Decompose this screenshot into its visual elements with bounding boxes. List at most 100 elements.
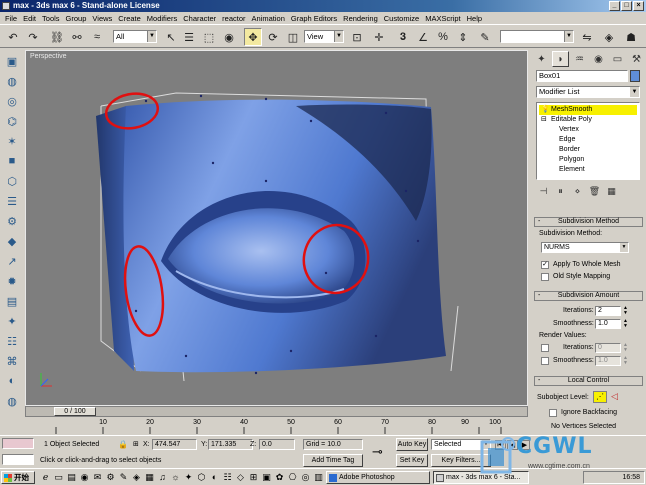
create-box-icon[interactable]: ▣	[3, 53, 21, 69]
track-bar[interactable]: 10 20 30 40 50 60 70 80 90 100	[25, 417, 528, 434]
menu-animation[interactable]: Animation	[249, 14, 288, 23]
lock-selection-icon[interactable]: 🔒	[118, 440, 128, 449]
rollout-subdivision-amount[interactable]: - Subdivision Amount	[534, 291, 643, 301]
quicklaunch-icon[interactable]: ⊞	[248, 472, 259, 483]
spinner-snap-icon[interactable]: ⇕	[454, 28, 472, 46]
utilities-tab-icon[interactable]: ⚒	[628, 51, 645, 67]
object-name-field[interactable]: Box01	[536, 70, 628, 82]
gear-icon[interactable]: ✹	[3, 273, 21, 289]
display-tab-icon[interactable]: ▭	[609, 51, 626, 67]
iterations-spinner[interactable]: 2 ▲ ▼	[595, 306, 628, 316]
menu-customize[interactable]: Customize	[381, 14, 422, 23]
angle-snap-icon[interactable]: ∠	[414, 28, 432, 46]
hierarchy-tab-icon[interactable]: ♒	[571, 51, 588, 67]
quicklaunch-icon[interactable]: ⬡	[196, 472, 207, 483]
menu-rendering[interactable]: Rendering	[340, 14, 381, 23]
compound-object-icon[interactable]: ☷	[3, 333, 21, 349]
quicklaunch-icon[interactable]: ✿	[274, 472, 285, 483]
menu-reactor[interactable]: reactor	[219, 14, 248, 23]
create-spacewarp-icon[interactable]: ☰	[3, 193, 21, 209]
menu-views[interactable]: Views	[89, 14, 115, 23]
bone-tool-icon[interactable]: ↗	[3, 253, 21, 269]
unlink-icon[interactable]: ⚯	[68, 28, 86, 46]
named-selection-dropdown[interactable]: ▼	[500, 30, 574, 43]
modify-tab-icon[interactable]: ◗	[552, 51, 569, 67]
menu-maxscript[interactable]: MAXScript	[422, 14, 463, 23]
menu-help[interactable]: Help	[464, 14, 485, 23]
window-crossing-icon[interactable]: ◉	[220, 28, 238, 46]
media-icon[interactable]: ◉	[79, 472, 90, 483]
undo-icon[interactable]: ↶	[4, 28, 22, 46]
quicklaunch-icon[interactable]: ✎	[118, 472, 129, 483]
minimize-button[interactable]: _	[609, 1, 620, 11]
select-and-scale-icon[interactable]: ◫	[284, 28, 302, 46]
show-end-result-icon[interactable]: ⏸	[553, 184, 568, 198]
material-editor-icon[interactable]: ◈	[600, 28, 618, 46]
apply-whole-mesh-checkbox[interactable]: ✓	[541, 261, 549, 269]
select-and-rotate-icon[interactable]: ⟳	[264, 28, 282, 46]
z-coordinate-field[interactable]: 0.0	[259, 439, 295, 450]
close-button[interactable]: ×	[633, 1, 644, 11]
snap-toggle-icon[interactable]: 𝟑	[394, 28, 412, 46]
spinner-arrows-icon[interactable]: ▲ ▼	[622, 306, 629, 316]
menu-create[interactable]: Create	[115, 14, 144, 23]
spinner-arrows-icon[interactable]: ▲ ▼	[622, 343, 629, 353]
menu-edit[interactable]: Edit	[20, 14, 39, 23]
auto-key-button[interactable]: Auto Key	[396, 438, 428, 451]
redo-icon[interactable]: ↷	[24, 28, 42, 46]
rectangular-selection-icon[interactable]: ⬚	[200, 28, 218, 46]
y-coordinate-field[interactable]: 171.335	[208, 439, 253, 450]
render-iterations-spinner[interactable]: 0 ▲ ▼	[595, 343, 628, 353]
quicklaunch-icon[interactable]: ✦	[183, 472, 194, 483]
stack-item-element[interactable]: Element	[559, 165, 585, 175]
stack-item-polygon[interactable]: Polygon	[559, 155, 584, 165]
quicklaunch-icon[interactable]: ◎	[300, 472, 311, 483]
create-camera-icon[interactable]: ■	[3, 153, 21, 169]
time-slider[interactable]: 0 / 100	[54, 407, 96, 416]
menu-modifiers[interactable]: Modifiers	[144, 14, 180, 23]
object-color-swatch[interactable]	[630, 70, 640, 82]
menu-tools[interactable]: Tools	[39, 14, 63, 23]
perspective-viewport[interactable]: Perspective	[25, 50, 528, 406]
rollout-subdivision-method[interactable]: - Subdivision Method	[534, 217, 643, 227]
select-and-link-icon[interactable]: ⛓	[48, 28, 66, 46]
smoothness-spinner[interactable]: 1.0 ▲ ▼	[595, 319, 628, 329]
create-system-icon[interactable]: ⚙	[3, 213, 21, 229]
particle-icon[interactable]: ✦	[3, 313, 21, 329]
quicklaunch-icon[interactable]: ◈	[131, 472, 142, 483]
menu-file[interactable]: File	[2, 14, 20, 23]
stack-item-edge[interactable]: Edge	[559, 135, 575, 145]
quicklaunch-icon[interactable]: ✉	[92, 472, 103, 483]
reactor-icon[interactable]: ▤	[3, 293, 21, 309]
edge-level-icon[interactable]: ◁	[611, 391, 618, 402]
create-torus-icon[interactable]: ⌬	[3, 113, 21, 129]
motion-tab-icon[interactable]: ◉	[590, 51, 607, 67]
modifier-list-dropdown[interactable]: Modifier List ▼	[536, 86, 640, 98]
stack-item-vertex[interactable]: Vertex	[559, 125, 579, 135]
quicklaunch-icon[interactable]: ⚙	[105, 472, 116, 483]
transform-mode-icon[interactable]: ⊞	[133, 440, 139, 448]
stack-item-editable-poly[interactable]: ⊟ Editable Poly	[539, 115, 592, 125]
quicklaunch-icon[interactable]: ▦	[144, 472, 155, 483]
stack-item-border[interactable]: Border	[559, 145, 580, 155]
render-smoothness-spinner[interactable]: 1.0 ▲ ▼	[595, 356, 628, 366]
mirror-icon[interactable]: ⇋	[578, 28, 596, 46]
eye-mesh-model[interactable]	[26, 51, 528, 406]
key-icon[interactable]: ⊸	[372, 444, 383, 460]
select-by-name-icon[interactable]: ☰	[180, 28, 198, 46]
quicklaunch-icon[interactable]: ☼	[170, 472, 181, 483]
remove-modifier-icon[interactable]: 🗑	[587, 184, 602, 198]
quicklaunch-icon[interactable]: ♫	[157, 472, 168, 483]
select-object-icon[interactable]: ↖	[162, 28, 180, 46]
pin-stack-icon[interactable]: ⊣	[536, 184, 551, 198]
select-and-manipulate-icon[interactable]: ✛	[370, 28, 388, 46]
x-coordinate-field[interactable]: 474.547	[152, 439, 197, 450]
create-light-icon[interactable]: ✶	[3, 133, 21, 149]
create-helper-icon[interactable]: ⬡	[3, 173, 21, 189]
collapse-icon[interactable]: ⊟	[541, 115, 547, 125]
rollout-local-control[interactable]: - Local Control	[534, 376, 643, 386]
add-time-tag-button[interactable]: Add Time Tag	[303, 454, 363, 467]
render-smoothness-checkbox[interactable]	[541, 357, 549, 365]
make-unique-icon[interactable]: ⋄	[570, 184, 585, 198]
spinner-arrows-icon[interactable]: ▲ ▼	[622, 319, 629, 329]
